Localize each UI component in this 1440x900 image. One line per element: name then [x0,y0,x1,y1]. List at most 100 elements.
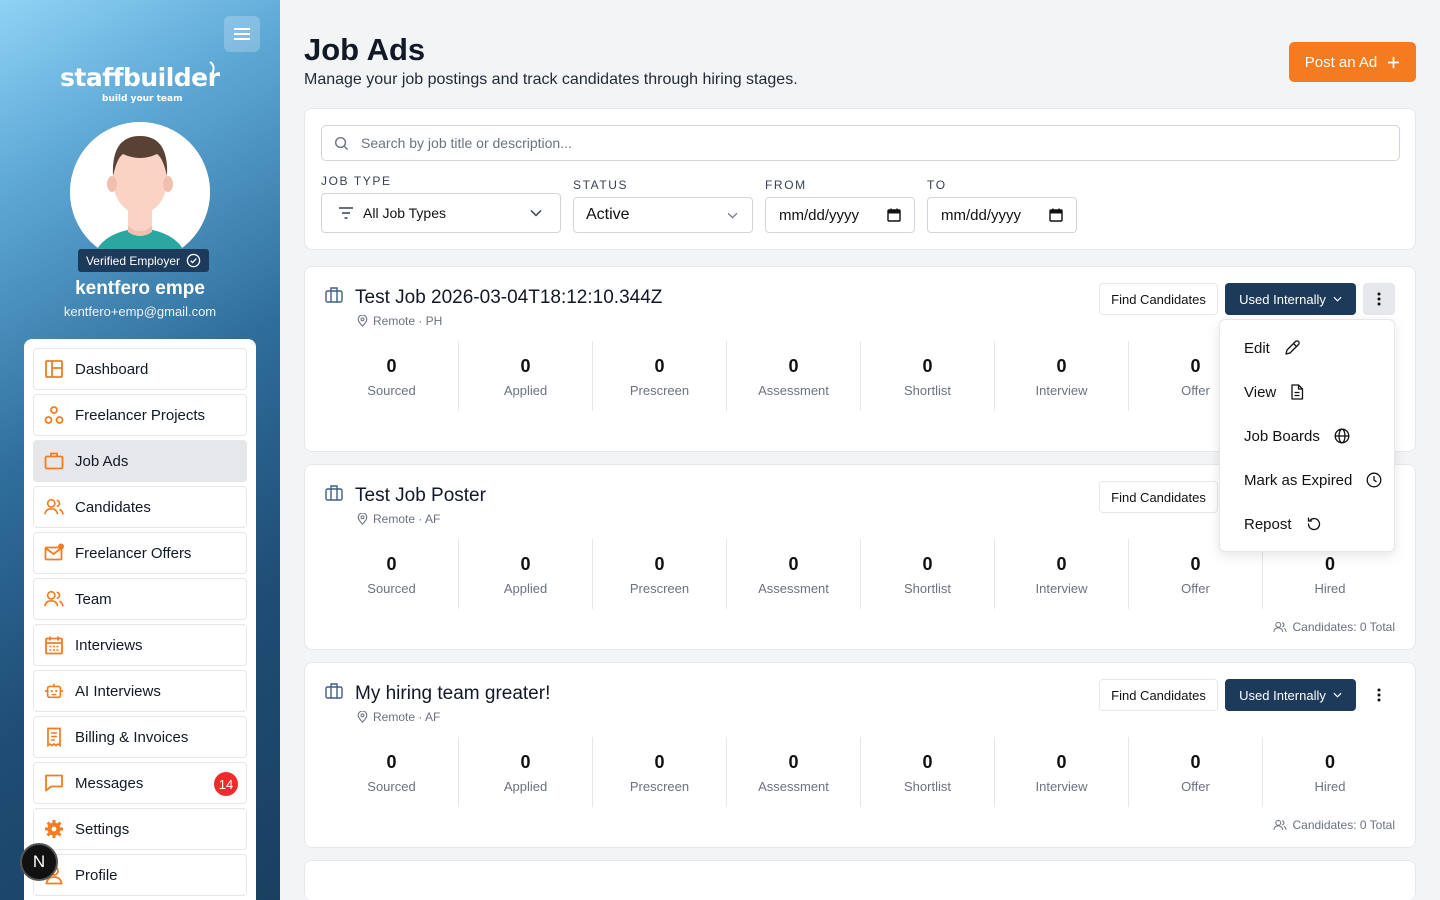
stage-stat-prescreen: 0 Prescreen [593,737,727,807]
sidebar-item-label: Messages [75,774,144,792]
stage-stat-sourced: 0 Sourced [325,737,459,807]
sidebar-item-label: Interviews [75,636,143,654]
to-date-input[interactable]: mm/dd/yyyy [927,197,1077,233]
sidebar-item-label: Billing & Invoices [75,728,189,746]
search-box[interactable] [321,125,1400,161]
sidebar-item-messages[interactable]: Messages 14 [33,762,247,804]
stage-stat-interview: 0 Interview [995,539,1129,609]
stage-stat-applied: 0 Applied [459,737,593,807]
menu-item-edit[interactable]: Edit [1220,326,1394,370]
stage-label: Interview [1035,383,1088,398]
sidebar-item-candidates[interactable]: Candidates [33,486,247,528]
search-input[interactable] [361,135,1261,151]
message-icon [45,774,63,792]
stage-label: Prescreen [629,383,690,398]
sidebar-item-team[interactable]: Team [33,578,247,620]
user-email: kentfero+emp@gmail.com [63,304,217,319]
find-candidates-button[interactable]: Find Candidates [1099,481,1218,513]
menu-item-view[interactable]: View [1220,370,1394,414]
status-value: Active [586,206,630,223]
sidebar-item-job-ads[interactable]: Job Ads [33,440,247,482]
stage-count: 0 [1324,554,1335,574]
job-title[interactable]: Test Job Poster [355,485,486,507]
sidebar-item-freelancer-projects[interactable]: Freelancer Projects [33,394,247,436]
avatar[interactable] [70,122,210,262]
menu-toggle-button[interactable] [224,16,260,52]
sidebar-item-freelancer-offers[interactable]: Freelancer Offers [33,532,247,574]
briefcase-icon [325,287,343,303]
post-an-ad-label: Post an Ad [1304,53,1378,71]
stage-count: 0 [922,356,933,376]
job-type-label: JOB TYPE [321,174,392,188]
more-options-button[interactable] [1363,283,1395,315]
briefcase-icon [325,683,343,699]
stage-stat-applied: 0 Applied [459,539,593,609]
calendar-icon[interactable] [1049,208,1063,222]
stage-count: 0 [1056,356,1067,376]
candidates-total-text: Candidates: 0 Total [1292,620,1395,634]
job-title[interactable]: Test Job 2026-03-04T18:12:10.344Z [355,287,662,309]
refresh-icon [1307,517,1320,531]
menu-item-job-boards[interactable]: Job Boards [1220,414,1394,458]
next-dev-button[interactable]: N [20,843,58,881]
job-type-select[interactable]: All Job Types [321,193,561,233]
job-location-text: Remote · PH [373,314,443,328]
stage-label: Offer [1181,581,1210,596]
more-options-button[interactable] [1363,679,1395,711]
from-date-input[interactable]: mm/dd/yyyy [765,197,915,233]
sidebar-item-billing-invoices[interactable]: Billing & Invoices [33,716,247,758]
stage-count: 0 [1190,356,1201,376]
find-candidates-button[interactable]: Find Candidates [1099,283,1218,315]
briefcase-icon [44,452,64,470]
candidates-total: Candidates: 0 Total [1273,818,1395,832]
stage-label: Sourced [367,383,416,398]
more-vertical-icon [1377,292,1381,306]
stage-count: 0 [788,356,799,376]
stage-count: 0 [520,752,531,772]
candidates-total: Candidates: 0 Total [1273,620,1395,634]
stage-label: Prescreen [629,779,690,794]
stage-label: Interview [1035,581,1088,596]
sidebar-item-dashboard[interactable]: Dashboard [33,348,247,390]
status-dropdown-button[interactable]: Used Internally [1225,679,1356,711]
job-title[interactable]: My hiring team greater! [355,683,550,705]
stage-count: 0 [922,554,933,574]
gear-icon [45,820,63,838]
sidebar-item-label: Candidates [75,498,151,516]
sidebar-item-label: Freelancer Offers [75,544,192,562]
status-dropdown-button[interactable]: Used Internally [1225,283,1356,315]
svg-text:staffbuilder: staffbuilder [60,63,220,92]
map-pin-icon [357,711,368,723]
stage-count: 0 [654,752,665,772]
stage-count: 0 [1056,554,1067,574]
find-candidates-button[interactable]: Find Candidates [1099,679,1218,711]
staffbuilder-logo[interactable]: staffbuilder build your team [60,58,221,104]
verified-check-icon [186,253,201,268]
search-icon [334,136,349,150]
job-card [304,860,1416,900]
stage-label: Prescreen [629,581,690,596]
sidebar-item-interviews[interactable]: Interviews [33,624,247,666]
invoice-icon [47,727,61,747]
sidebar-item-profile[interactable]: Profile [33,854,247,896]
calendar-icon[interactable] [887,208,901,222]
sidebar-item-ai-interviews[interactable]: AI Interviews [33,670,247,712]
stage-count: 0 [1324,752,1335,772]
stage-label: Assessment [758,383,829,398]
menu-item-repost[interactable]: Repost [1220,502,1394,546]
chevron-down-icon [530,209,542,217]
sidebar-item-label: Team [75,590,112,608]
menu-item-mark-as-expired[interactable]: Mark as Expired [1220,458,1394,502]
job-location: Remote · AF [357,512,440,526]
status-select[interactable]: Active [573,197,753,233]
job-location-text: Remote · AF [373,710,441,724]
post-an-ad-button[interactable]: Post an Ad [1289,42,1416,82]
svg-text:build your team: build your team [102,94,182,104]
stage-count: 0 [386,554,397,574]
filters-panel: JOB TYPE All Job Types STATUS Active FRO… [304,108,1416,250]
mail-icon [44,543,64,561]
sidebar-item-settings[interactable]: Settings [33,808,247,850]
stage-label: Shortlist [904,581,951,596]
sidebar-nav: Dashboard Freelancer Projects Job Ads Ca… [24,339,256,900]
stage-label: Shortlist [904,383,951,398]
